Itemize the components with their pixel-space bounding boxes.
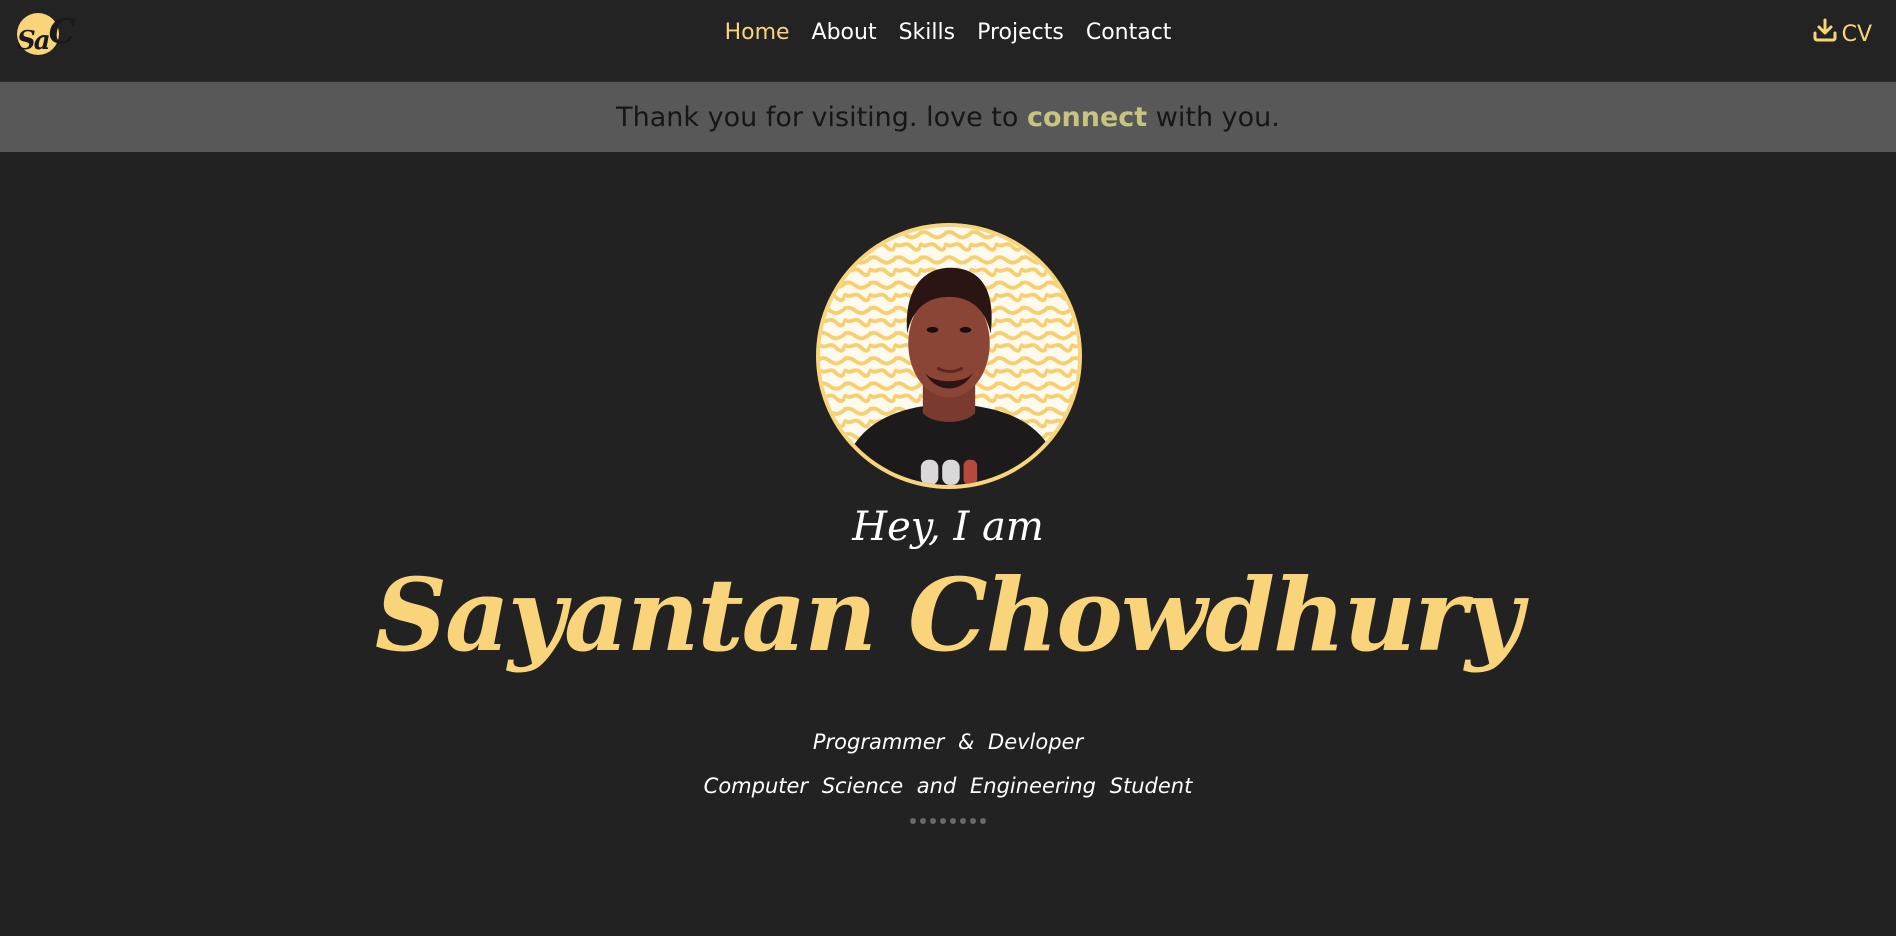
nav-menu: Home About Skills Projects Contact <box>0 18 1896 48</box>
indicator-dot <box>920 818 926 824</box>
indicator-dot <box>960 818 966 824</box>
connect-link[interactable]: connect <box>1027 102 1147 133</box>
scroll-indicator <box>0 818 1896 824</box>
nav-home-link[interactable]: Home <box>725 18 790 48</box>
indicator-dot <box>940 818 946 824</box>
role-line-1: Programmer & Devloper <box>812 730 1084 754</box>
nav-about-link[interactable]: About <box>812 18 877 48</box>
download-icon <box>1813 18 1837 51</box>
nav-skills-link[interactable]: Skills <box>899 18 956 48</box>
indicator-dot <box>950 818 956 824</box>
nav-contact-link[interactable]: Contact <box>1086 18 1172 48</box>
cv-label: CV <box>1841 21 1872 47</box>
role-line-2: Computer Science and Engineering Student <box>703 774 1193 798</box>
profile-photo <box>816 223 1082 489</box>
indicator-dot <box>930 818 936 824</box>
indicator-dot <box>980 818 986 824</box>
greeting-text: Hey, I am <box>852 504 1044 550</box>
nav-projects-link[interactable]: Projects <box>977 18 1064 48</box>
hero-name: Sayantan Chowdhury <box>374 556 1523 674</box>
navbar: SaC Home About Skills Projects Contact C… <box>0 0 1896 82</box>
cv-download-button[interactable]: CV <box>1813 18 1872 51</box>
indicator-dot <box>970 818 976 824</box>
banner-text: Thank you for visiting. love to connect … <box>616 101 1280 133</box>
welcome-banner: Thank you for visiting. love to connect … <box>0 82 1896 152</box>
indicator-dot <box>910 818 916 824</box>
